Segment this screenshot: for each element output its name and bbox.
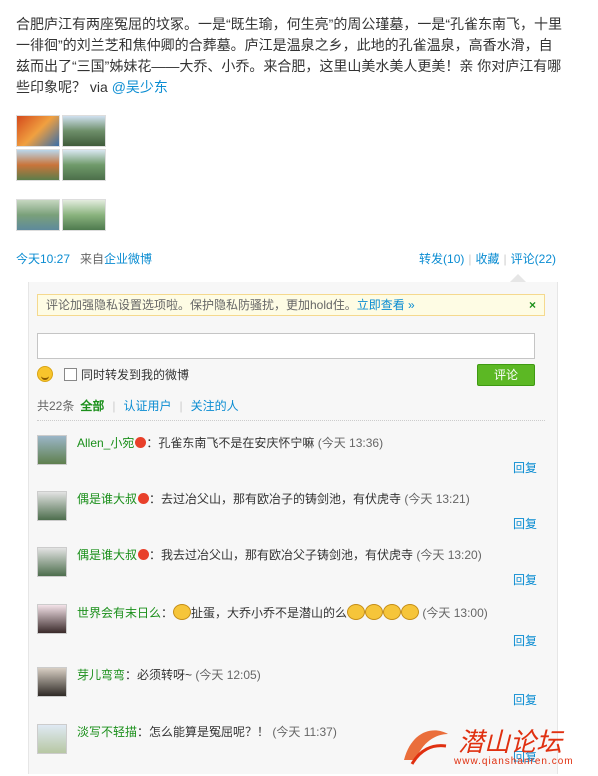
post-time[interactable]: 今天10:27: [16, 252, 70, 266]
comment-user[interactable]: Allen_小宛: [77, 436, 134, 450]
action-divider: |: [468, 252, 472, 266]
comment-filter: 共22条 全部 | 认证用户 | 关注的人: [37, 397, 239, 414]
badge-icon: [135, 437, 147, 448]
thumbnail-4[interactable]: [62, 149, 106, 181]
comment-link[interactable]: 评论(22): [511, 252, 556, 266]
comment-time: (今天 11:37): [272, 725, 337, 739]
avatar[interactable]: [37, 604, 67, 634]
filter-divider: |: [112, 399, 116, 413]
filter-following[interactable]: 关注的人: [191, 399, 239, 413]
comment-text: ：孔雀东南飞不是在安庆怀宁嘛: [146, 436, 315, 450]
comment-user[interactable]: 世界会有末日么: [77, 606, 161, 620]
reply-link[interactable]: 回复: [513, 515, 537, 532]
post-body: 合肥庐江有两座冤屈的坟冢。一是“既生瑜，何生亮”的周公瑾墓，一是“孔雀东南飞，十…: [16, 16, 562, 95]
badge-icon: [138, 493, 150, 504]
comment-time: (今天 12:05): [195, 668, 261, 682]
repost-checkbox[interactable]: [64, 368, 77, 381]
comment-submit-button[interactable]: 评论: [477, 364, 535, 386]
comment-input[interactable]: [37, 333, 535, 359]
filter-all[interactable]: 全部: [80, 399, 104, 413]
thumbnail-6[interactable]: [62, 199, 106, 231]
comment-text: ：我去过冶父山，那有欧冶父子铸剑池，有伏虎寺: [149, 548, 414, 562]
filter-verified[interactable]: 认证用户: [124, 399, 172, 413]
comment-line: 世界会有末日么： 扯蛋，大乔小乔不是潜山的么 (今天 13:00): [77, 604, 537, 621]
post-meta: 今天10:27 来自企业微博 转发(10) | 收藏 | 评论(22): [16, 250, 556, 266]
watermark-text: 潜山论坛: [458, 728, 563, 758]
comment-item: 偶是谁大叔 ：去过冶父山，那有欧冶子的铸剑池，有伏虎寺 (今天 13:21) 回复: [37, 491, 537, 543]
post-actions: 转发(10) | 收藏 | 评论(22): [419, 250, 556, 267]
emoticon-icon: [173, 604, 192, 620]
avatar[interactable]: [37, 491, 67, 521]
thumbnail-3[interactable]: [16, 149, 60, 181]
post-source[interactable]: 企业微博: [104, 252, 152, 266]
comment-item: 芽儿弯弯：必须转呀~ (今天 12:05) 回复: [37, 667, 537, 719]
via-user-link[interactable]: @吴少东: [112, 79, 168, 95]
avatar[interactable]: [37, 724, 67, 754]
thumbnail-5[interactable]: [16, 199, 60, 231]
action-divider: |: [503, 252, 507, 266]
emoticon-icon: [347, 604, 366, 620]
watermark-logo-icon: [404, 730, 448, 765]
comment-time: (今天 13:00): [422, 606, 488, 620]
source-prefix: 来自: [80, 252, 105, 266]
notice-text: 评论加强隐私设置选项啦。保护隐私防骚扰，更加hold住。: [46, 298, 357, 312]
comment-line: 偶是谁大叔 ：去过冶父山，那有欧冶子的铸剑池，有伏虎寺 (今天 13:21): [77, 491, 537, 507]
reply-link[interactable]: 回复: [513, 459, 537, 476]
emoticon-icon: [383, 604, 402, 620]
smiley-icon[interactable]: [37, 366, 53, 382]
comment-box: 评论加强隐私设置选项啦。保护隐私防骚扰，更加hold住。立即查看 » × 同时转…: [28, 282, 558, 774]
comment-text: ：必须转呀~: [125, 668, 193, 682]
comment-count: 共22条: [37, 399, 75, 413]
reply-link[interactable]: 回复: [513, 571, 537, 588]
badge-icon: [138, 549, 150, 560]
comment-item: 世界会有末日么： 扯蛋，大乔小乔不是潜山的么 (今天 13:00) 回复: [37, 604, 537, 656]
comment-text: ：怎么能算是冤屈呢？！: [137, 725, 270, 739]
watermark: 潜山论坛 www.qianshanren.com: [398, 718, 598, 774]
comment-line: 偶是谁大叔 ：我去过冶父山，那有欧冶父子铸剑池，有伏虎寺 (今天 13:20): [77, 547, 537, 563]
comment-time: (今天 13:21): [404, 492, 470, 506]
comment-user[interactable]: 芽儿弯弯: [77, 668, 125, 682]
emoticon-icon: [365, 604, 384, 620]
repost-link[interactable]: 转发(10): [419, 252, 464, 266]
privacy-notice: 评论加强隐私设置选项啦。保护隐私防骚扰，更加hold住。立即查看 » ×: [37, 294, 545, 316]
comment-box-caret: [510, 274, 526, 282]
comment-time: (今天 13:20): [416, 548, 482, 562]
avatar[interactable]: [37, 547, 67, 577]
comment-line: Allen_小宛 ：孔雀东南飞不是在安庆怀宁嘛 (今天 13:36): [77, 435, 537, 451]
comment-line: 芽儿弯弯：必须转呀~ (今天 12:05): [77, 667, 537, 683]
emoticon-icon: [401, 604, 420, 620]
filter-divider: |: [179, 399, 183, 413]
thumbnail-1[interactable]: [16, 115, 60, 147]
comment-item: 偶是谁大叔 ：我去过冶父山，那有欧冶父子铸剑池，有伏虎寺 (今天 13:20) 回…: [37, 547, 537, 599]
favorite-link[interactable]: 收藏: [476, 252, 500, 266]
comment-text: ：: [161, 606, 174, 620]
comment-user[interactable]: 淡写不轻描: [77, 725, 137, 739]
reply-link[interactable]: 回复: [513, 632, 537, 649]
close-icon[interactable]: ×: [529, 295, 536, 315]
repost-checkbox-label: 同时转发到我的微博: [81, 368, 190, 382]
post-text: 合肥庐江有两座冤屈的坟冢。一是“既生瑜，何生亮”的周公瑾墓，一是“孔雀东南飞，十…: [16, 14, 564, 98]
comment-item: Allen_小宛 ：孔雀东南飞不是在安庆怀宁嘛 (今天 13:36) 回复: [37, 435, 537, 487]
thumbnail-2[interactable]: [62, 115, 106, 147]
reply-link[interactable]: 回复: [513, 691, 537, 708]
comment-text-2: 扯蛋，大乔小乔不是潜山的么: [191, 606, 348, 620]
avatar[interactable]: [37, 435, 67, 465]
comment-time: (今天 13:36): [317, 436, 384, 450]
watermark-url: www.qianshanren.com: [454, 756, 574, 767]
comment-text: ：去过冶父山，那有欧冶子的铸剑池，有伏虎寺: [149, 492, 402, 506]
avatar[interactable]: [37, 667, 67, 697]
divider: [37, 420, 545, 421]
notice-view-link[interactable]: 立即查看 »: [357, 298, 415, 312]
comment-user[interactable]: 偶是谁大叔: [77, 548, 137, 562]
comment-user[interactable]: 偶是谁大叔: [77, 492, 137, 506]
